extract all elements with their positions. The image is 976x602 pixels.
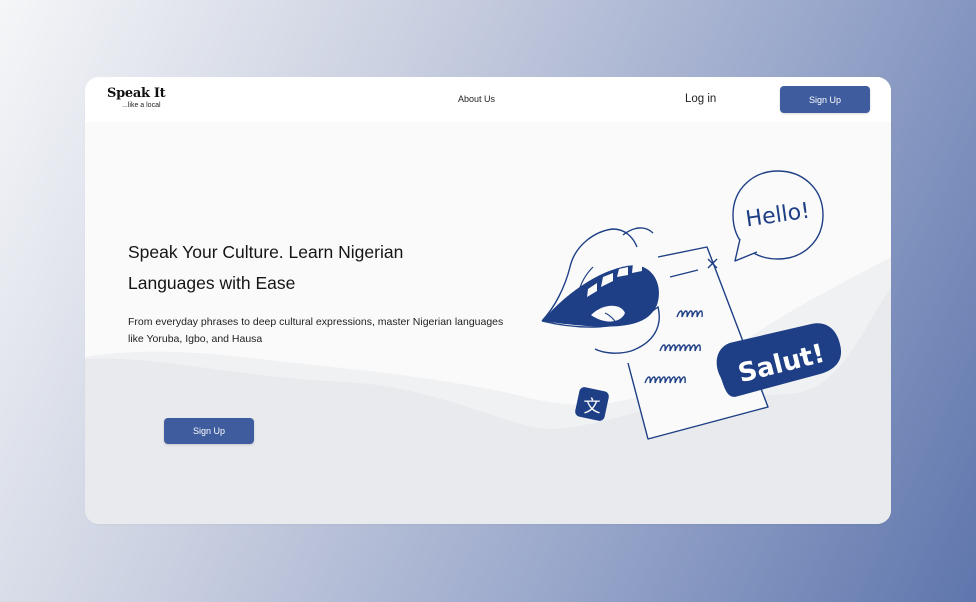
navbar: Speak It ...like a local About Us Log in… bbox=[85, 77, 891, 122]
logo-tagline: ...like a local bbox=[122, 102, 161, 109]
nav-about-link[interactable]: About Us bbox=[458, 94, 495, 104]
logo-name: Speak It bbox=[107, 86, 166, 101]
nav-signup-button[interactable]: Sign Up bbox=[780, 86, 870, 113]
translate-glyph: 文 bbox=[584, 397, 601, 417]
logo[interactable]: Speak It ...like a local bbox=[107, 86, 166, 110]
hero-title: Speak Your Culture. Learn Nigerian Langu… bbox=[128, 242, 404, 293]
translate-icon: 文 bbox=[575, 387, 609, 421]
login-link[interactable]: Log in bbox=[685, 93, 716, 105]
hero-subtitle: From everyday phrases to deep cultural e… bbox=[128, 316, 504, 345]
hello-speech-bubble-icon: Hello! bbox=[732, 170, 824, 262]
hero-signup-button[interactable]: Sign Up bbox=[164, 418, 254, 444]
language-illustration: Hello! Salut! 文 bbox=[541, 170, 842, 440]
landing-card: Speak It ...like a local About Us Log in… bbox=[85, 77, 891, 524]
